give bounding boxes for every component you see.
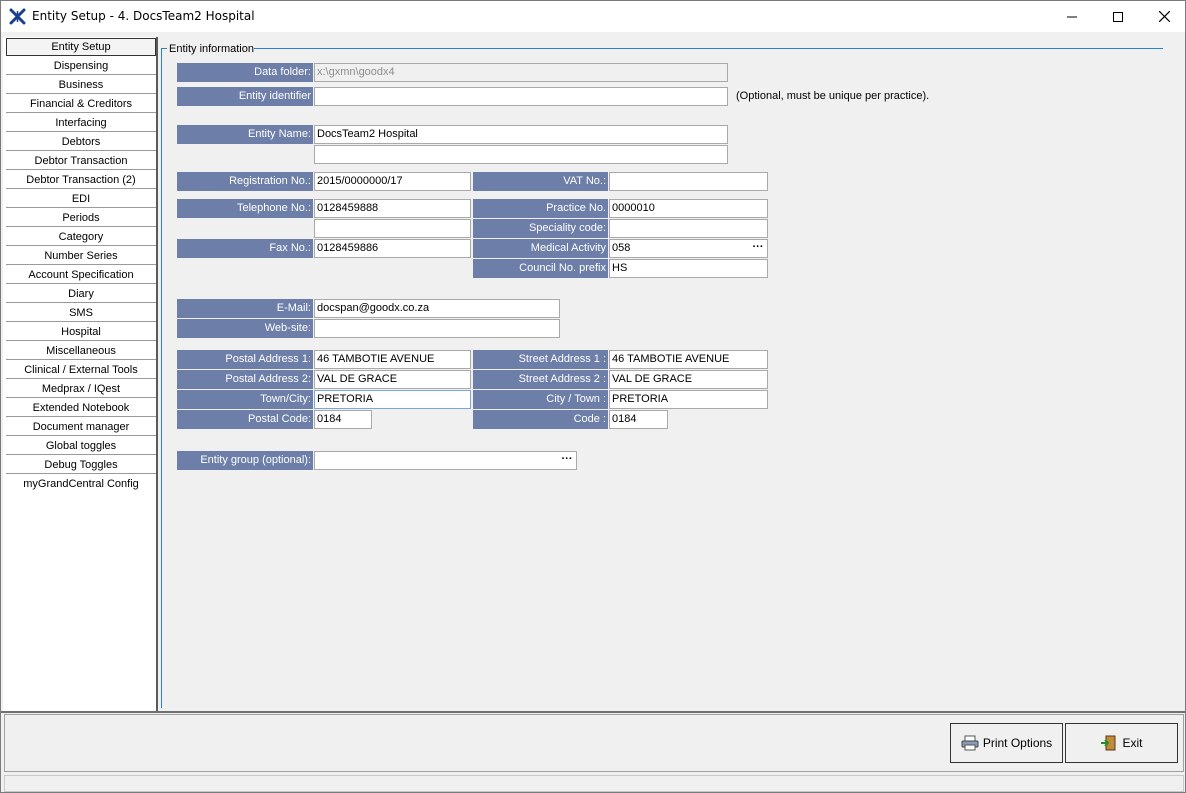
sidebar-item-periods[interactable]: Periods: [6, 209, 156, 227]
sidebar-item-document-manager[interactable]: Document manager: [6, 418, 156, 436]
print-options-label: Print Options: [982, 736, 1053, 750]
street-address-1-field[interactable]: 46 TAMBOTIE AVENUE: [609, 350, 768, 369]
sidebar-item-sms[interactable]: SMS: [6, 304, 156, 322]
entity-name-field[interactable]: DocsTeam2 Hospital: [314, 125, 728, 144]
email-label: E-Mail:: [177, 299, 313, 318]
telephone-no-field-2[interactable]: [314, 219, 471, 238]
sidebar-item-dispensing[interactable]: Dispensing: [6, 57, 156, 75]
maximize-icon: [1113, 11, 1123, 22]
fax-no-field[interactable]: 0128459886: [314, 239, 471, 258]
sidebar-item-interfacing[interactable]: Interfacing: [6, 114, 156, 132]
postal-code-field[interactable]: 0184: [314, 410, 372, 429]
entity-name-label: Entity Name:: [177, 125, 313, 144]
data-folder-field: x:\gxmn\goodx4: [314, 63, 728, 82]
window-title: Entity Setup - 4. DocsTeam2 Hospital: [32, 9, 255, 23]
town-city-field[interactable]: PRETORIA: [314, 390, 471, 409]
street-address-2-field[interactable]: VAL DE GRACE: [609, 370, 768, 389]
email-field[interactable]: docspan@goodx.co.za: [314, 299, 560, 318]
registration-no-field[interactable]: 2015/0000000/17: [314, 172, 471, 191]
bottom-separator: [1, 711, 1185, 713]
registration-no-label: Registration No.:: [177, 172, 313, 191]
postal-address-1-label: Postal Address 1:: [177, 350, 313, 369]
website-field[interactable]: [314, 319, 560, 338]
exit-door-icon: [1101, 735, 1116, 751]
sidebar-item-mygrandcentral-config[interactable]: myGrandCentral Config: [6, 475, 156, 493]
street-address-2-label: Street Address 2 :: [473, 370, 608, 389]
speciality-code-label: Speciality code:: [473, 219, 608, 238]
entity-identifier-field[interactable]: [314, 87, 728, 106]
exit-label: Exit: [1122, 736, 1143, 750]
sidebar-item-edi[interactable]: EDI: [6, 190, 156, 208]
medical-activity-label: Medical Activity: [473, 239, 608, 258]
sidebar-nav: Entity Setup Dispensing Business Financi…: [3, 37, 158, 713]
medical-activity-lookup-button[interactable]: ···: [750, 241, 766, 256]
status-bar: [4, 775, 1184, 792]
main-window: Entity Setup - 4. DocsTeam2 Hospital Ent…: [0, 0, 1186, 793]
entity-name-field-2[interactable]: [314, 145, 728, 164]
street-address-1-label: Street Address 1 :: [473, 350, 608, 369]
entity-group-label: Entity group (optional):: [177, 451, 313, 470]
title-bar: Entity Setup - 4. DocsTeam2 Hospital: [1, 1, 1185, 32]
sidebar-item-diary[interactable]: Diary: [6, 285, 156, 303]
entity-group-lookup-button[interactable]: ···: [559, 453, 575, 468]
practice-no-label: Practice No.: [473, 199, 608, 218]
group-border-top: [248, 48, 1163, 49]
code-field[interactable]: 0184: [609, 410, 668, 429]
sidebar-item-financial-creditors[interactable]: Financial & Creditors: [6, 95, 156, 113]
sidebar-item-debtor-transaction[interactable]: Debtor Transaction: [6, 152, 156, 170]
speciality-code-field[interactable]: [609, 219, 768, 238]
exit-button[interactable]: Exit: [1065, 723, 1178, 763]
print-options-button[interactable]: Print Options: [950, 723, 1063, 763]
data-folder-label: Data folder:: [177, 63, 313, 82]
council-no-prefix-label: Council No. prefix: [473, 259, 608, 278]
postal-address-1-field[interactable]: 46 TAMBOTIE AVENUE: [314, 350, 471, 369]
sidebar-item-category[interactable]: Category: [6, 228, 156, 246]
sidebar-item-debug-toggles[interactable]: Debug Toggles: [6, 456, 156, 474]
sidebar-item-debtors[interactable]: Debtors: [6, 133, 156, 151]
sidebar-item-hospital[interactable]: Hospital: [6, 323, 156, 341]
website-label: Web-site:: [177, 319, 313, 338]
sidebar-item-medprax-iqest[interactable]: Medprax / IQest: [6, 380, 156, 398]
city-town-field[interactable]: PRETORIA: [609, 390, 768, 409]
sidebar-item-account-specification[interactable]: Account Specification: [6, 266, 156, 284]
vat-no-label: VAT No.:: [473, 172, 608, 191]
sidebar-item-global-toggles[interactable]: Global toggles: [6, 437, 156, 455]
sidebar-item-entity-setup[interactable]: Entity Setup: [6, 38, 156, 56]
close-button[interactable]: [1141, 1, 1186, 32]
practice-no-field[interactable]: 0000010: [609, 199, 768, 218]
town-city-label: Town/City:: [177, 390, 313, 409]
sidebar-item-miscellaneous[interactable]: Miscellaneous: [6, 342, 156, 360]
medical-activity-field[interactable]: 058 ···: [609, 239, 768, 258]
telephone-no-label: Telephone No.:: [177, 199, 313, 218]
telephone-no-field[interactable]: 0128459888: [314, 199, 471, 218]
code-label: Code :: [473, 410, 608, 429]
postal-address-2-field[interactable]: VAL DE GRACE: [314, 370, 471, 389]
vat-no-field[interactable]: [609, 172, 768, 191]
minimize-button[interactable]: [1049, 1, 1095, 32]
medical-activity-value: 058: [612, 242, 631, 254]
postal-code-label: Postal Code:: [177, 410, 313, 429]
entity-identifier-label: Entity identifier: [177, 87, 313, 106]
sidebar-item-debtor-transaction-2[interactable]: Debtor Transaction (2): [6, 171, 156, 189]
maximize-button[interactable]: [1095, 1, 1141, 32]
sidebar-item-extended-notebook[interactable]: Extended Notebook: [6, 399, 156, 417]
app-logo-icon: [9, 8, 26, 25]
city-town-label: City / Town :: [473, 390, 608, 409]
council-no-prefix-field[interactable]: HS: [609, 259, 768, 278]
minimize-icon: [1067, 16, 1077, 17]
close-icon: [1158, 11, 1170, 22]
entity-identifier-note: (Optional, must be unique per practice).: [736, 90, 930, 102]
sidebar-item-business[interactable]: Business: [6, 76, 156, 94]
postal-address-2-label: Postal Address 2:: [177, 370, 313, 389]
sidebar-item-clinical-external-tools[interactable]: Clinical / External Tools: [6, 361, 156, 379]
sidebar-item-number-series[interactable]: Number Series: [6, 247, 156, 265]
printer-icon: [961, 735, 979, 751]
group-title: Entity information: [169, 43, 254, 55]
entity-group-field[interactable]: ···: [314, 451, 577, 470]
group-border-left: [161, 48, 162, 708]
fax-no-label: Fax No.:: [177, 239, 313, 258]
